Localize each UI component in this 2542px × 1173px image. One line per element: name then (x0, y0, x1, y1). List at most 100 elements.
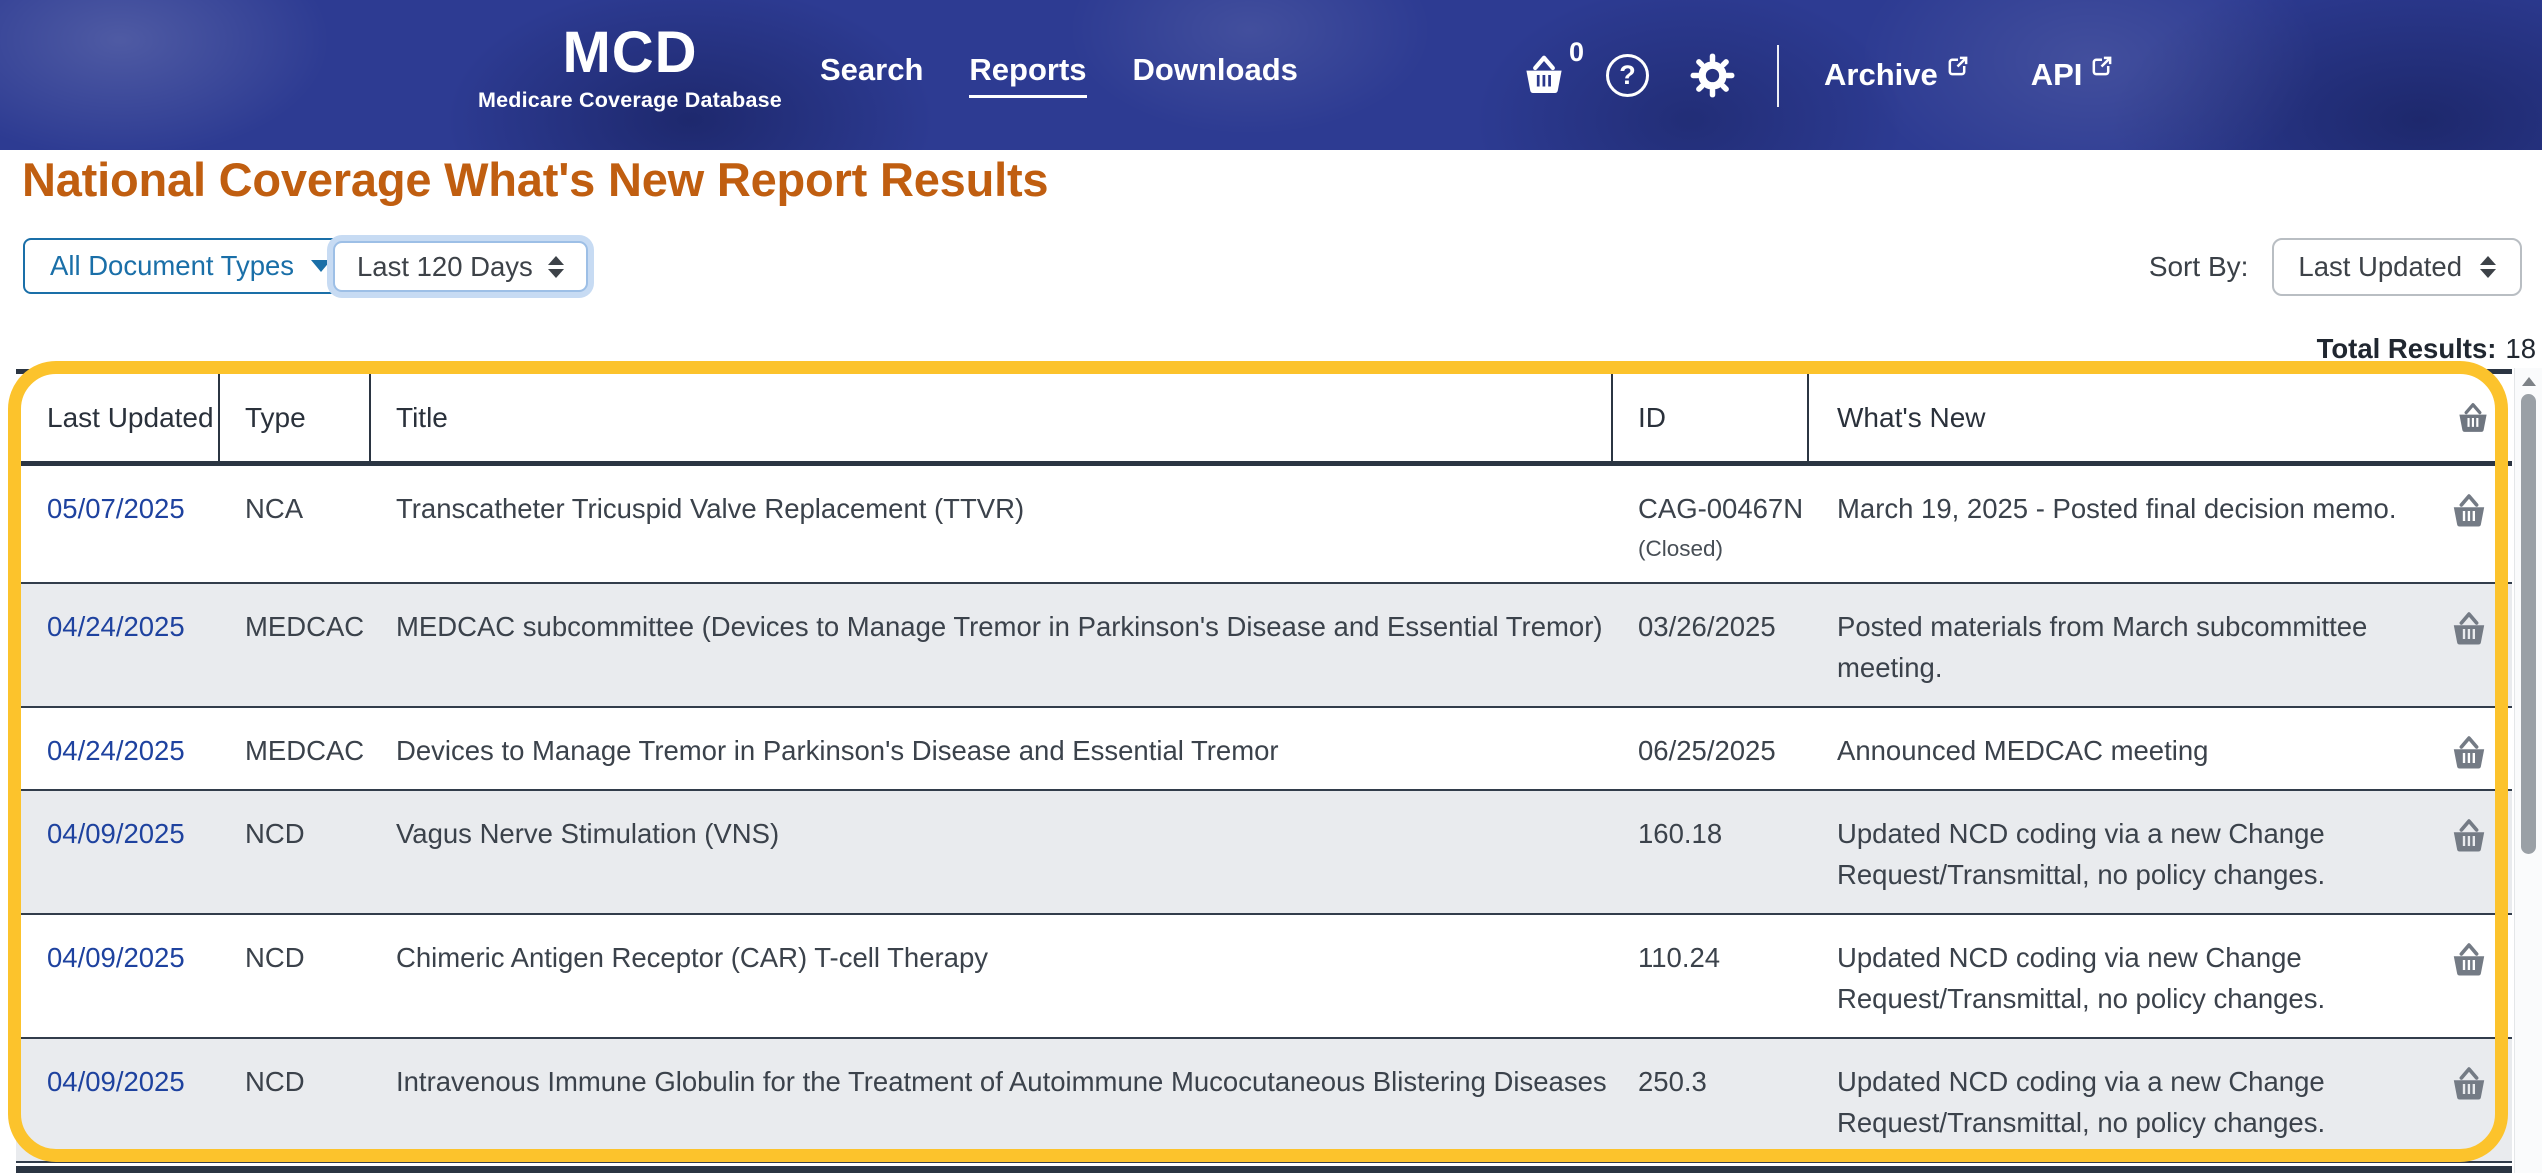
column-header-type[interactable]: Type (220, 374, 371, 461)
add-to-basket-icon[interactable] (2450, 610, 2488, 648)
caret-down-icon (311, 260, 331, 272)
mcd-page: MCD Medicare Coverage Database Search Re… (0, 0, 2542, 1173)
row-id-value: 160.18 (1638, 818, 1722, 849)
archive-link-label: Archive (1824, 57, 1938, 93)
column-header-id[interactable]: ID (1613, 374, 1809, 461)
archive-link[interactable]: Archive (1824, 57, 1969, 93)
add-to-basket-icon[interactable] (2450, 817, 2488, 855)
row-id-value: 110.24 (1638, 942, 1720, 973)
help-icon[interactable]: ? (1606, 54, 1649, 97)
row-title: Devices to Manage Tremor in Parkinson's … (371, 708, 1613, 789)
basket-count-badge: 0 (1569, 37, 1584, 68)
row-id: 160.18 (1613, 791, 1809, 913)
table-row: 05/07/2025 NCA Transcatheter Tricuspid V… (16, 466, 2512, 584)
row-id-value: 03/26/2025 (1638, 611, 1776, 642)
total-results-value: 18 (2505, 333, 2536, 364)
row-whats-new: Updated NCD coding via new Change Reques… (1809, 915, 2450, 1037)
table-bottom-edge (16, 1166, 2512, 1173)
table-row: 04/24/2025 MEDCAC MEDCAC subcommittee (D… (16, 584, 2512, 708)
main-nav: Search Reports Downloads (820, 0, 1298, 150)
row-type: NCD (220, 1039, 371, 1161)
external-link-icon (2090, 55, 2113, 78)
row-last-updated-link[interactable]: 04/09/2025 (47, 818, 185, 849)
header-icon-group: 0 ? (1522, 0, 1736, 150)
table-row: 04/24/2025 MEDCAC Devices to Manage Trem… (16, 708, 2512, 791)
date-range-value: Last 120 Days (357, 251, 533, 283)
add-to-basket-icon[interactable] (2450, 734, 2488, 772)
row-id-value: 250.3 (1638, 1066, 1707, 1097)
row-id-value: CAG-00467N (1638, 493, 1803, 524)
column-header-whats-new[interactable]: What's New (1809, 374, 2450, 461)
nav-reports[interactable]: Reports (969, 52, 1086, 98)
row-id: 250.3 (1613, 1039, 1809, 1161)
row-title: MEDCAC subcommittee (Devices to Manage T… (371, 584, 1613, 706)
table-body: 05/07/2025 NCA Transcatheter Tricuspid V… (16, 466, 2512, 1163)
logo-title: MCD (455, 24, 805, 82)
row-id: 06/25/2025 (1613, 708, 1809, 789)
row-title: Vagus Nerve Stimulation (VNS) (371, 791, 1613, 913)
table-row: 04/09/2025 NCD Intravenous Immune Globul… (16, 1039, 2512, 1163)
api-link[interactable]: API (2031, 57, 2114, 93)
sort-by-label: Sort By: (2149, 251, 2249, 283)
column-header-title[interactable]: Title (371, 374, 1613, 461)
row-last-updated-link[interactable]: 04/09/2025 (47, 1066, 185, 1097)
scrollbar-up-arrow[interactable] (2515, 368, 2542, 394)
page-title: National Coverage What's New Report Resu… (22, 152, 1048, 207)
up-down-arrows-icon (2480, 256, 2496, 278)
results-table: Last Updated Type Title ID What's New 05… (16, 369, 2512, 1163)
table-row: 04/09/2025 NCD Vagus Nerve Stimulation (… (16, 791, 2512, 915)
gear-icon[interactable] (1689, 52, 1736, 99)
row-type: MEDCAC (220, 708, 371, 789)
scrollbar-thumb[interactable] (2521, 394, 2536, 854)
logo-subtitle: Medicare Coverage Database (455, 88, 805, 113)
total-results-label: Total Results: (2317, 333, 2497, 364)
row-whats-new: Announced MEDCAC meeting (1809, 708, 2450, 789)
header-divider (1777, 45, 1779, 107)
row-last-updated-link[interactable]: 04/24/2025 (47, 611, 185, 642)
row-title: Chimeric Antigen Receptor (CAR) T-cell T… (371, 915, 1613, 1037)
basket-icon[interactable]: 0 (1522, 53, 1566, 97)
row-type: NCA (220, 466, 371, 582)
row-title: Intravenous Immune Globulin for the Trea… (371, 1039, 1613, 1161)
row-whats-new: Updated NCD coding via a new Change Requ… (1809, 791, 2450, 913)
row-id: 110.24 (1613, 915, 1809, 1037)
document-type-filter-value: All Document Types (50, 250, 294, 282)
date-range-select[interactable]: Last 120 Days (333, 241, 588, 292)
sort-by-value: Last Updated (2298, 251, 2462, 283)
table-row: 04/09/2025 NCD Chimeric Antigen Receptor… (16, 915, 2512, 1039)
table-header-row: Last Updated Type Title ID What's New (16, 374, 2512, 466)
external-link-icon (1946, 55, 1969, 78)
row-last-updated-link[interactable]: 05/07/2025 (47, 493, 185, 524)
mcd-logo[interactable]: MCD Medicare Coverage Database (455, 24, 805, 113)
document-type-filter[interactable]: All Document Types (23, 238, 358, 294)
api-link-label: API (2031, 57, 2083, 93)
row-whats-new: March 19, 2025 - Posted final decision m… (1809, 466, 2450, 582)
up-down-arrows-icon (548, 256, 564, 278)
vertical-scrollbar[interactable] (2514, 368, 2542, 1173)
row-title: Transcatheter Tricuspid Valve Replacemen… (371, 466, 1613, 582)
add-to-basket-icon[interactable] (2450, 941, 2488, 979)
total-results: Total Results: 18 (2317, 333, 2536, 365)
basket-icon (2456, 401, 2490, 435)
nav-search[interactable]: Search (820, 52, 923, 98)
header-external-links: Archive API (1824, 0, 2113, 150)
row-type: NCD (220, 791, 371, 913)
add-to-basket-icon[interactable] (2450, 1065, 2488, 1103)
column-header-last-updated[interactable]: Last Updated (16, 374, 220, 461)
row-type: NCD (220, 915, 371, 1037)
row-id: 03/26/2025 (1613, 584, 1809, 706)
row-id-note: (Closed) (1638, 534, 1809, 564)
row-last-updated-link[interactable]: 04/09/2025 (47, 942, 185, 973)
column-header-basket[interactable] (2450, 374, 2512, 461)
add-to-basket-icon[interactable] (2450, 492, 2488, 530)
row-type: MEDCAC (220, 584, 371, 706)
sort-by-select[interactable]: Last Updated (2272, 238, 2522, 296)
sort-controls: Sort By: Last Updated (2149, 238, 2522, 296)
site-header: MCD Medicare Coverage Database Search Re… (0, 0, 2542, 150)
row-id: CAG-00467N (Closed) (1613, 466, 1809, 582)
row-id-value: 06/25/2025 (1638, 735, 1776, 766)
nav-downloads[interactable]: Downloads (1133, 52, 1298, 98)
row-whats-new: Posted materials from March subcommittee… (1809, 584, 2450, 706)
row-whats-new: Updated NCD coding via a new Change Requ… (1809, 1039, 2450, 1161)
row-last-updated-link[interactable]: 04/24/2025 (47, 735, 185, 766)
